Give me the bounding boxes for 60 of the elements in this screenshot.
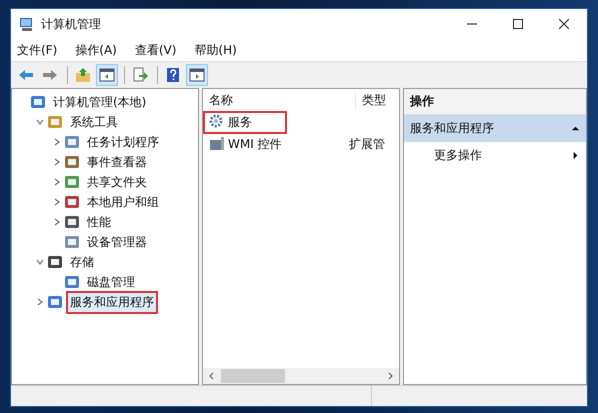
node-icon <box>64 234 80 250</box>
export-icon <box>132 67 148 83</box>
tree-item[interactable]: 共享文件夹 <box>83 170 151 194</box>
pane-button[interactable] <box>186 64 208 86</box>
action-item[interactable]: 更多操作 <box>404 142 586 169</box>
collapse-icon[interactable] <box>571 124 580 133</box>
close-icon[interactable] <box>559 19 569 29</box>
menu-item[interactable]: 文件(F) <box>17 42 58 58</box>
chevron-icon[interactable] <box>52 217 62 227</box>
chevron-icon[interactable] <box>52 177 62 187</box>
node-icon <box>47 294 63 310</box>
tree-item[interactable]: 磁盘管理 <box>83 270 139 294</box>
node-icon <box>64 274 80 290</box>
table-cell: 扩展管 <box>349 136 385 152</box>
menu-item[interactable]: 操作(A) <box>75 42 117 58</box>
chevron-icon[interactable] <box>52 137 62 147</box>
tree-item[interactable]: 存储 <box>66 250 98 274</box>
column-header[interactable]: 名称 <box>203 92 356 108</box>
node-icon <box>64 154 80 170</box>
node-icon <box>47 114 63 130</box>
chevron-icon[interactable] <box>35 117 45 127</box>
menu-item[interactable]: 帮助(H) <box>194 42 237 58</box>
tree-item[interactable]: 任务计划程序 <box>83 130 163 154</box>
window-pane-icon <box>99 67 115 83</box>
node-icon <box>64 174 80 190</box>
horizontal-scrollbar[interactable] <box>203 368 399 384</box>
folder-up-icon <box>75 67 91 83</box>
chevron-icon[interactable] <box>52 157 62 167</box>
node-icon <box>64 214 80 230</box>
list-item[interactable]: 服务 <box>203 110 287 134</box>
tree-item[interactable]: 性能 <box>83 210 115 234</box>
chevron-icon[interactable] <box>52 197 62 207</box>
right-arrow-icon <box>42 67 58 83</box>
node-icon <box>64 134 80 150</box>
console-icon <box>209 136 225 152</box>
help-icon <box>165 67 181 83</box>
computer-icon <box>19 16 35 32</box>
node-icon <box>30 94 46 110</box>
gear-icon <box>209 114 225 130</box>
column-header[interactable]: 类型 <box>356 92 386 108</box>
node-icon <box>47 254 63 270</box>
chevron-icon[interactable] <box>35 257 45 267</box>
list-item[interactable]: WMI 控件 <box>203 132 287 156</box>
chevron-icon[interactable] <box>35 297 45 307</box>
maximize-icon[interactable] <box>513 19 523 29</box>
window-pane-icon <box>189 67 205 83</box>
tree-item[interactable]: 事件查看器 <box>83 150 151 174</box>
tree-item[interactable]: 本地用户和组 <box>83 190 163 214</box>
tree-button[interactable] <box>96 64 118 86</box>
left-arrow-icon <box>18 67 34 83</box>
tree-item[interactable]: 计算机管理(本地) <box>49 90 150 114</box>
node-icon <box>64 194 80 210</box>
menu-item[interactable]: 查看(V) <box>134 42 176 58</box>
tree-item[interactable]: 服务和应用程序 <box>66 290 158 314</box>
submenu-arrow-icon <box>571 151 580 160</box>
window-title: 计算机管理 <box>41 16 101 32</box>
actions-section[interactable]: 服务和应用程序 <box>404 115 586 142</box>
tree-item[interactable]: 系统工具 <box>66 110 122 134</box>
tree-item[interactable]: 设备管理器 <box>83 230 151 254</box>
actions-header: 操作 <box>404 89 586 115</box>
